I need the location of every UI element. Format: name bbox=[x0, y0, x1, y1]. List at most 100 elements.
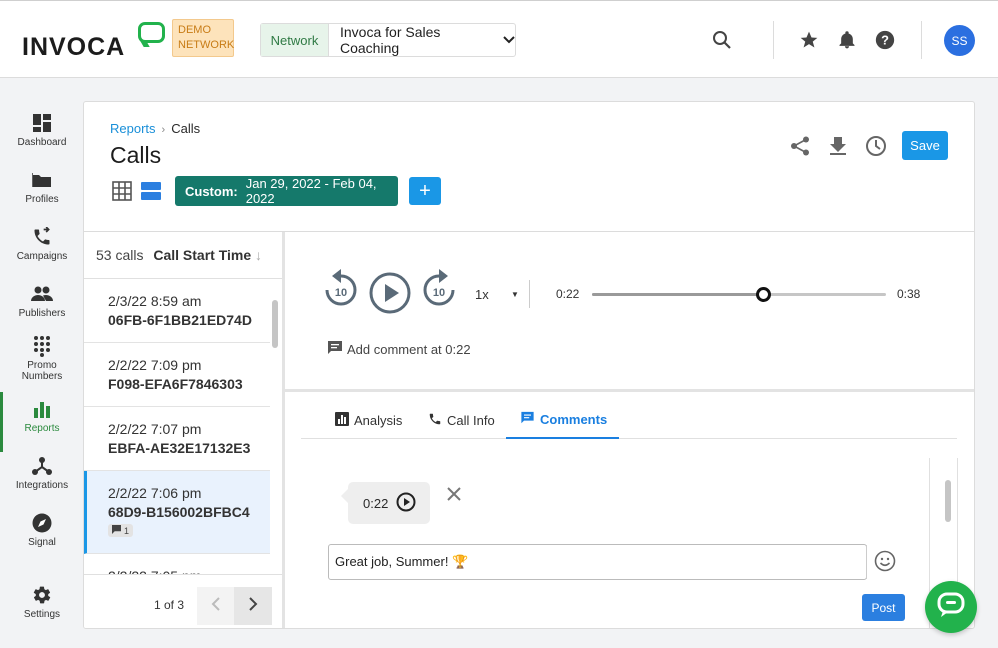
search-icon[interactable] bbox=[711, 29, 733, 51]
network-dropdown[interactable]: Invoca for Sales Coaching bbox=[329, 24, 515, 56]
call-count: 53 calls Call Start Time ↓ bbox=[96, 247, 262, 263]
total-time: 0:38 bbox=[897, 287, 921, 301]
sidebar-item-label: Signal bbox=[28, 537, 56, 548]
add-comment-label: Add comment at 0:22 bbox=[347, 342, 471, 357]
split-view-icon[interactable] bbox=[141, 181, 161, 206]
comments-scrollbar[interactable] bbox=[945, 480, 951, 522]
chevron-right-icon bbox=[248, 596, 258, 616]
seek-slider[interactable] bbox=[592, 287, 886, 302]
sort-label: Call Start Time bbox=[153, 247, 252, 263]
close-icon[interactable] bbox=[446, 485, 462, 508]
post-button[interactable]: Post bbox=[862, 594, 905, 621]
tab-label: Call Info bbox=[447, 413, 495, 428]
caret-down-icon[interactable]: ▼ bbox=[511, 290, 519, 299]
call-list-item[interactable]: 2/3/22 8:59 am 06FB-6F1BB21ED74D bbox=[84, 279, 270, 343]
calls-report-card: Reports › Calls Calls Custom: Jan 29, 2022… bbox=[83, 101, 975, 629]
breadcrumb-separator: › bbox=[161, 124, 166, 136]
tab-call-info[interactable]: Call Info bbox=[428, 410, 495, 439]
breadcrumb: Reports › Calls bbox=[110, 121, 200, 136]
play-button[interactable] bbox=[369, 272, 411, 319]
user-avatar[interactable]: SS bbox=[944, 25, 975, 56]
sidebar-item-label: Publishers bbox=[18, 308, 66, 319]
comment-timestamp-bubble: 0:22 bbox=[341, 482, 430, 524]
tab-analysis[interactable]: Analysis bbox=[335, 410, 402, 439]
call-start-time: 2/2/22 7:07 pm bbox=[108, 421, 202, 437]
download-icon[interactable] bbox=[827, 135, 849, 157]
emoji-icon[interactable] bbox=[874, 550, 896, 577]
nav-divider bbox=[773, 21, 774, 59]
call-id: 06FB-6F1BB21ED74D bbox=[108, 312, 252, 328]
tab-label: Comments bbox=[540, 412, 608, 427]
comment-input[interactable] bbox=[328, 544, 867, 580]
svg-text:?: ? bbox=[881, 33, 889, 48]
left-sidebar: Dashboard Profiles Campaigns Publishers … bbox=[0, 78, 84, 648]
sort-by-button[interactable]: Call Start Time ↓ bbox=[153, 247, 262, 263]
call-list-item-selected[interactable]: 2/2/22 7:06 pm 68D9-B156002BFBC4 1 bbox=[84, 471, 270, 554]
help-icon[interactable]: ? bbox=[874, 29, 896, 51]
sidebar-item-publishers[interactable]: Publishers bbox=[0, 283, 84, 319]
sidebar-item-profiles[interactable]: Profiles bbox=[0, 169, 84, 205]
sidebar-item-dashboard[interactable]: Dashboard bbox=[0, 112, 84, 148]
add-comment-button[interactable]: Add comment at 0:22 bbox=[327, 340, 471, 359]
play-circle-icon[interactable] bbox=[396, 492, 416, 515]
current-time: 0:22 bbox=[556, 287, 580, 301]
call-list-item[interactable]: 2/2/22 7:09 pm F098-EFA6F7846303 bbox=[84, 343, 270, 407]
star-icon[interactable] bbox=[798, 29, 820, 51]
bell-icon[interactable] bbox=[836, 29, 858, 51]
sidebar-item-signal[interactable]: Signal bbox=[0, 512, 84, 548]
chevron-left-icon bbox=[211, 596, 221, 616]
call-list-scrollbar[interactable] bbox=[272, 300, 278, 348]
history-clock-icon[interactable] bbox=[865, 135, 887, 157]
network-selected-value: Invoca for Sales Coaching bbox=[340, 24, 441, 56]
grid-view-icon[interactable] bbox=[112, 181, 132, 206]
sidebar-item-settings[interactable]: Settings bbox=[0, 584, 84, 620]
compass-icon bbox=[0, 512, 84, 534]
sidebar-item-label: Promo Numbers bbox=[21, 360, 63, 382]
sort-arrow-down-icon: ↓ bbox=[255, 247, 263, 263]
skip-back-10-button[interactable]: 10 bbox=[323, 268, 359, 315]
top-navbar: INVOCA DEMO NETWORK Network Invoca for S… bbox=[0, 0, 998, 78]
sidebar-item-integrations[interactable]: Integrations bbox=[0, 455, 84, 491]
page-indicator: 1 of 3 bbox=[154, 598, 185, 612]
network-selector[interactable]: Network Invoca for Sales Coaching bbox=[260, 23, 516, 57]
sidebar-item-label: Profiles bbox=[25, 194, 59, 205]
comment-icon bbox=[520, 411, 535, 428]
demo-network-badge: DEMO NETWORK bbox=[172, 19, 234, 57]
save-button[interactable]: Save bbox=[902, 131, 948, 160]
tab-label: Analysis bbox=[354, 413, 403, 428]
call-list-panel: 53 calls Call Start Time ↓ 2/3/22 8:59 a… bbox=[84, 232, 285, 628]
add-filter-button[interactable]: + bbox=[409, 177, 441, 205]
invoca-logo[interactable]: INVOCA bbox=[22, 33, 125, 62]
tab-comments[interactable]: Comments bbox=[506, 410, 620, 439]
comment-count: 1 bbox=[124, 525, 130, 536]
comment-icon bbox=[327, 340, 343, 359]
date-range-prefix: Custom: bbox=[185, 183, 238, 199]
page-title: Calls bbox=[110, 142, 162, 168]
detail-tabs: Analysis Call Info Comments bbox=[301, 392, 957, 439]
phone-icon bbox=[428, 412, 442, 429]
people-icon bbox=[0, 283, 84, 305]
chat-launcher-button[interactable] bbox=[925, 581, 977, 633]
pagination: 1 of 3 bbox=[84, 574, 282, 628]
sidebar-item-reports[interactable]: Reports bbox=[0, 392, 84, 452]
sidebar-item-label: Reports bbox=[24, 423, 60, 434]
skip-forward-seconds: 10 bbox=[433, 287, 445, 299]
sidebar-item-label: Campaigns bbox=[16, 251, 68, 262]
sidebar-item-promo-numbers[interactable]: Promo Numbers bbox=[0, 335, 84, 382]
next-page-button[interactable] bbox=[234, 587, 272, 625]
seek-slider-thumb[interactable] bbox=[755, 287, 771, 302]
nav-divider bbox=[921, 21, 922, 59]
breadcrumb-reports-link[interactable]: Reports bbox=[110, 121, 156, 136]
share-icon[interactable] bbox=[789, 135, 811, 157]
playback-speed-select[interactable]: 1x bbox=[475, 287, 489, 302]
sidebar-item-campaigns[interactable]: Campaigns bbox=[0, 226, 84, 262]
comment-bubble-icon bbox=[112, 525, 121, 536]
dialpad-icon bbox=[0, 335, 84, 357]
call-list-item[interactable]: 2/2/22 7:07 pm EBFA-AE32E17132E3 bbox=[84, 407, 270, 471]
date-range-button[interactable]: Custom: Jan 29, 2022 - Feb 04, 2022 bbox=[175, 176, 398, 206]
sidebar-item-label: Dashboard bbox=[17, 137, 67, 148]
previous-page-button[interactable] bbox=[197, 587, 235, 625]
call-id: EBFA-AE32E17132E3 bbox=[108, 440, 251, 456]
sidebar-item-label: Integrations bbox=[15, 480, 69, 491]
skip-forward-10-button[interactable]: 10 bbox=[421, 268, 457, 315]
